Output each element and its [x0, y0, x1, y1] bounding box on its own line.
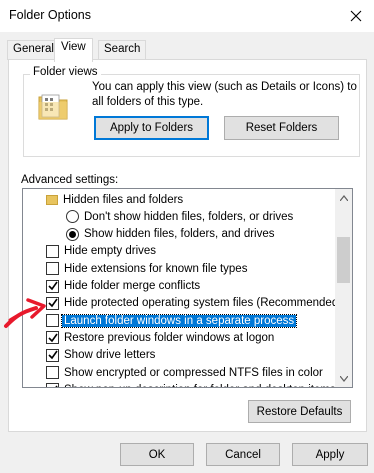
- option-label: Hide folder merge conflicts: [64, 280, 201, 292]
- checkbox-option[interactable]: Hide protected operating system files (R…: [23, 295, 342, 312]
- folder-views-description-1: You can apply this view (such as Details…: [92, 81, 357, 93]
- window-title: Folder Options: [9, 8, 91, 22]
- reset-folders-button[interactable]: Reset Folders: [224, 116, 339, 140]
- checkbox-option[interactable]: Hide empty drives: [23, 243, 333, 260]
- annotation-arrow-icon: [4, 298, 46, 328]
- ok-label: OK: [148, 448, 166, 461]
- tab-view[interactable]: View: [54, 38, 93, 62]
- folder-views-legend: Folder views: [30, 66, 101, 78]
- radio-option[interactable]: Don't show hidden files, folders, or dri…: [23, 208, 333, 225]
- scroll-down-button[interactable]: [335, 370, 352, 387]
- cancel-label: Cancel: [225, 448, 261, 461]
- radio-option[interactable]: Show hidden files, folders, and drives: [23, 226, 333, 243]
- option-label: Show drive letters: [64, 349, 156, 362]
- option-label: Restore previous folder windows at logon: [64, 331, 275, 344]
- chevron-down-icon: [339, 375, 348, 382]
- tab-search[interactable]: Search: [98, 40, 147, 60]
- option-label: Show encrypted or compressed NTFS files …: [64, 366, 323, 379]
- checkbox-option[interactable]: Show drive letters: [23, 347, 333, 364]
- option-label: Hidden files and folders: [63, 193, 184, 206]
- apply-to-folders-label: Apply to Folders: [109, 122, 194, 134]
- option-label: Don't show hidden files, folders, or dri…: [84, 210, 294, 223]
- close-icon: [350, 10, 362, 22]
- chevron-up-icon: [339, 194, 348, 201]
- option-label: Show hidden files, folders, and drives: [84, 228, 275, 241]
- checkbox-option[interactable]: Hide folder merge conflicts: [23, 278, 333, 295]
- checkbox-option[interactable]: Show pop-up description for folder and d…: [23, 381, 336, 387]
- restore-defaults-label: Restore Defaults: [256, 405, 343, 418]
- checkbox-option[interactable]: Show encrypted or compressed NTFS files …: [23, 364, 333, 381]
- option-label: Launch folder windows in a separate proc…: [60, 313, 298, 328]
- checkbox-empty-icon[interactable]: [46, 366, 59, 379]
- radio-selected-icon[interactable]: [66, 227, 79, 241]
- radio-empty-icon[interactable]: [66, 210, 79, 224]
- radio-dot: [69, 230, 76, 238]
- tab-view-label: View: [61, 41, 86, 53]
- scrollbar-track[interactable]: [335, 189, 352, 387]
- close-button[interactable]: [338, 0, 374, 32]
- tab-general[interactable]: General: [7, 40, 60, 60]
- option-label: Show pop-up description for folder and d…: [64, 384, 336, 387]
- option-label: Hide protected operating system files (R…: [64, 297, 343, 310]
- checkbox-checked-icon[interactable]: [46, 383, 59, 387]
- checkbox-empty-icon[interactable]: [46, 244, 59, 258]
- checkbox-option[interactable]: Launch folder windows in a separate proc…: [23, 312, 333, 329]
- advanced-settings-list[interactable]: Hidden files and folders Don't show hidde…: [22, 188, 353, 388]
- tree-group-header: Hidden files and folders: [23, 191, 333, 208]
- folder-view-icon: [38, 94, 68, 120]
- tab-general-label: General: [13, 43, 54, 55]
- restore-defaults-button[interactable]: Restore Defaults: [248, 400, 351, 423]
- checkbox-option[interactable]: Restore previous folder windows at logon: [23, 329, 333, 346]
- checkbox-checked-icon[interactable]: [46, 331, 59, 345]
- folder-views-description-2: all folders of this type.: [92, 96, 204, 108]
- option-label: Hide extensions for known file types: [64, 262, 248, 275]
- apply-to-folders-button[interactable]: Apply to Folders: [94, 116, 209, 140]
- scrollbar-thumb[interactable]: [337, 237, 350, 283]
- scroll-up-button[interactable]: [335, 189, 352, 206]
- ok-button[interactable]: OK: [120, 443, 194, 466]
- advanced-settings-label: Advanced settings:: [21, 174, 119, 186]
- folder-icon: [46, 194, 58, 205]
- apply-label: Apply: [315, 448, 345, 461]
- apply-button[interactable]: Apply: [292, 443, 368, 466]
- cancel-button[interactable]: Cancel: [206, 443, 280, 466]
- tab-search-label: Search: [104, 43, 141, 55]
- reset-folders-label: Reset Folders: [245, 122, 318, 134]
- checkbox-option[interactable]: Hide extensions for known file types: [23, 260, 333, 277]
- checkbox-empty-icon[interactable]: [46, 262, 59, 276]
- option-label: Hide empty drives: [64, 245, 157, 258]
- checkbox-checked-icon[interactable]: [46, 348, 59, 362]
